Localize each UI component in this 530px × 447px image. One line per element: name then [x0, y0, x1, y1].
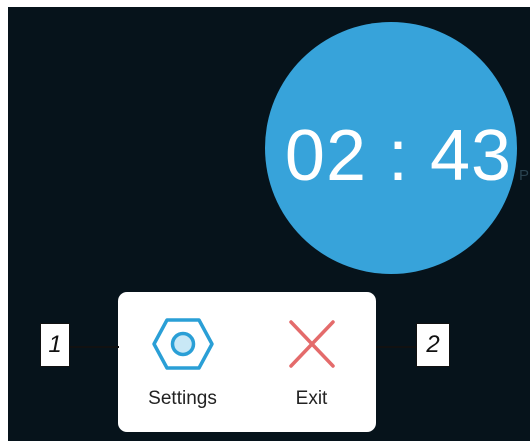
exit-button[interactable]: Exit: [247, 292, 376, 432]
callout-label-2: 2: [416, 323, 450, 367]
callout-line-1: [70, 346, 119, 348]
clock-suffix: P: [519, 167, 530, 184]
settings-hexagon-icon: [151, 318, 214, 370]
clock-time: 02 : 43: [284, 116, 513, 196]
settings-button[interactable]: Settings: [118, 292, 247, 432]
exit-label: Exit: [295, 388, 328, 409]
callout-line-2: [376, 346, 416, 348]
close-icon: [288, 320, 335, 368]
callout-label-1: 1: [40, 323, 70, 367]
popup-menu: Settings Exit: [118, 292, 376, 432]
settings-label: Settings: [148, 388, 217, 409]
